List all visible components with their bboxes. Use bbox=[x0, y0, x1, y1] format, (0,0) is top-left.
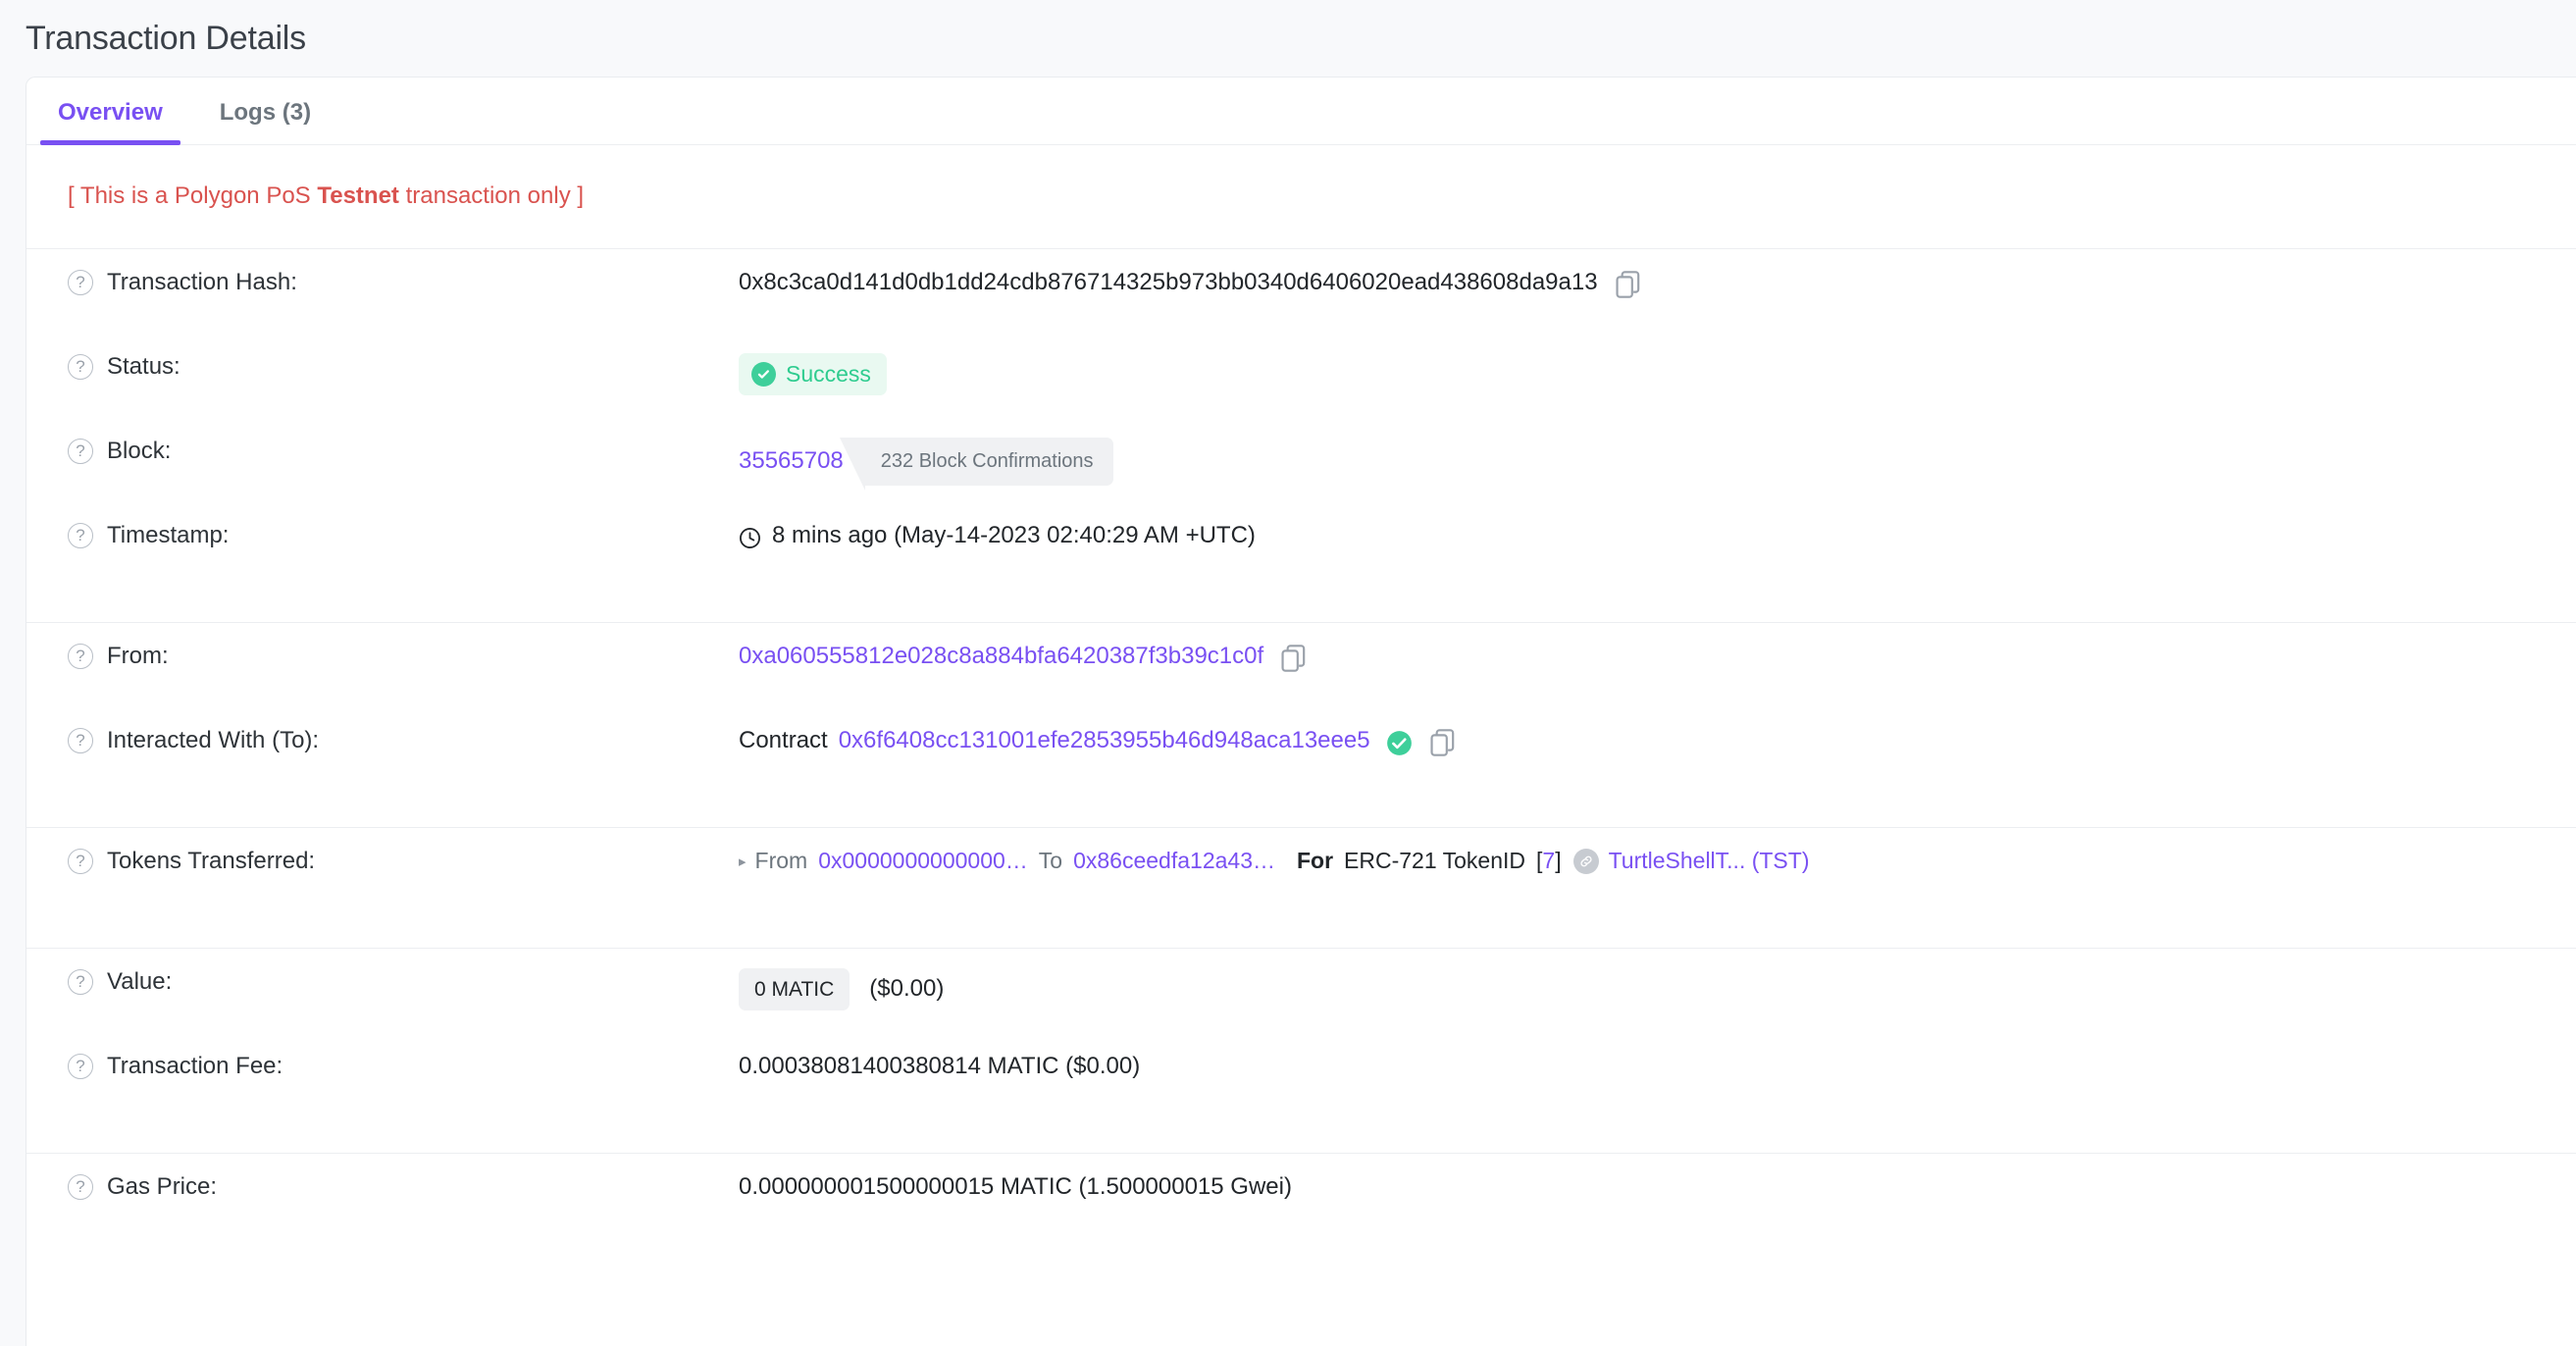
row-status: ? Status: Success bbox=[26, 351, 2576, 436]
token-standard: ERC-721 TokenID bbox=[1344, 847, 1525, 873]
row-label-from: ? From: bbox=[68, 641, 739, 670]
value-chip: 0 MATIC bbox=[739, 967, 850, 1010]
transaction-card: Overview Logs (3) [ This is a Polygon Po… bbox=[26, 77, 2576, 1346]
row-value-interacted-with: Contract 0x6f6408cc131001efe2853955b46d9… bbox=[739, 725, 2559, 756]
label-text: Status: bbox=[107, 352, 180, 380]
row-group-primary: ? Transaction Hash: 0x8c3ca0d141d0db1dd2… bbox=[26, 249, 2576, 623]
page-title: Transaction Details bbox=[26, 19, 306, 57]
testnet-banner-prefix: [ This is a Polygon PoS bbox=[68, 182, 318, 209]
row-group-value: ? Value: 0 MATIC ($0.00) ? Transaction F… bbox=[26, 949, 2576, 1154]
row-value-transaction-hash: 0x8c3ca0d141d0db1dd24cdb876714325b973bb0… bbox=[739, 267, 2559, 298]
row-value-block: 35565708 232 Block Confirmations bbox=[739, 436, 2559, 491]
row-label-transaction-hash: ? Transaction Hash: bbox=[68, 267, 739, 296]
help-icon[interactable]: ? bbox=[68, 269, 93, 295]
help-icon[interactable]: ? bbox=[68, 522, 93, 548]
help-icon[interactable]: ? bbox=[68, 438, 93, 464]
label-text: Transaction Hash: bbox=[107, 268, 297, 295]
token-id-link[interactable]: 7 bbox=[1542, 848, 1555, 874]
row-group-addresses: ? From: 0xa060555812e028c8a884bfa6420387… bbox=[26, 623, 2576, 828]
token-link-icon bbox=[1572, 849, 1599, 875]
row-value: ? Value: 0 MATIC ($0.00) bbox=[26, 966, 2576, 1051]
row-transaction-fee: ? Transaction Fee: 0.00038081400380814 M… bbox=[26, 1051, 2576, 1135]
help-icon[interactable]: ? bbox=[68, 643, 93, 669]
copy-icon[interactable] bbox=[1430, 728, 1456, 756]
transaction-fee-value: 0.00038081400380814 MATIC ($0.00) bbox=[739, 1052, 1141, 1079]
label-text: Gas Price: bbox=[107, 1172, 218, 1200]
token-for-word: For bbox=[1296, 847, 1334, 873]
detail-rows: ? Transaction Hash: 0x8c3ca0d141d0db1dd2… bbox=[26, 249, 2576, 1273]
row-value-transaction-fee: 0.00038081400380814 MATIC ($0.00) bbox=[739, 1051, 2559, 1080]
token-name-link[interactable]: TurtleShellT... (TST) bbox=[1609, 848, 1810, 874]
help-icon[interactable]: ? bbox=[68, 848, 93, 874]
tab-logs[interactable]: Logs (3) bbox=[214, 101, 317, 144]
row-transaction-hash: ? Transaction Hash: 0x8c3ca0d141d0db1dd2… bbox=[26, 267, 2576, 351]
copy-icon[interactable] bbox=[1616, 270, 1641, 298]
status-text: Success bbox=[786, 360, 871, 387]
testnet-banner-emphasis: Testnet bbox=[317, 182, 399, 209]
label-text: Tokens Transferred: bbox=[107, 847, 316, 874]
tab-overview[interactable]: Overview bbox=[40, 101, 180, 145]
label-text: Timestamp: bbox=[107, 521, 230, 548]
row-value-from: 0xa060555812e028c8a884bfa6420387f3b39c1c… bbox=[739, 641, 2559, 672]
block-number-link[interactable]: 35565708 bbox=[739, 447, 844, 475]
row-gas-price: ? Gas Price: 0.000000001500000015 MATIC … bbox=[26, 1171, 2576, 1256]
help-icon[interactable]: ? bbox=[68, 1053, 93, 1079]
help-icon[interactable]: ? bbox=[68, 727, 93, 753]
row-from: ? From: 0xa060555812e028c8a884bfa6420387… bbox=[26, 641, 2576, 725]
help-icon[interactable]: ? bbox=[68, 1173, 93, 1200]
help-icon[interactable]: ? bbox=[68, 968, 93, 995]
row-group-tokens: ? Tokens Transferred: ▸ From 0x000000000… bbox=[26, 828, 2576, 949]
copy-icon[interactable] bbox=[1281, 644, 1307, 672]
row-block: ? Block: 35565708 232 Block Confirmation… bbox=[26, 436, 2576, 520]
row-value-timestamp: 8 mins ago (May-14-2023 02:40:29 AM +UTC… bbox=[739, 520, 2559, 549]
token-from-word: From bbox=[754, 847, 808, 873]
row-group-gas: ? Gas Price: 0.000000001500000015 MATIC … bbox=[26, 1154, 2576, 1273]
gas-price-value: 0.000000001500000015 MATIC (1.500000015 … bbox=[739, 1172, 1292, 1200]
row-label-tokens-transferred: ? Tokens Transferred: bbox=[68, 846, 739, 875]
token-from-address-link[interactable]: 0x0000000000000… bbox=[818, 848, 1028, 874]
testnet-banner-suffix: transaction only ] bbox=[398, 182, 585, 209]
help-icon[interactable]: ? bbox=[68, 353, 93, 380]
token-id-bracket-close: ] bbox=[1555, 847, 1562, 873]
block-wrap: 35565708 232 Block Confirmations bbox=[739, 437, 1113, 491]
timestamp-value: 8 mins ago (May-14-2023 02:40:29 AM +UTC… bbox=[772, 521, 1256, 548]
row-value-tokens-transferred: ▸ From 0x0000000000000… To 0x86ceedfa12a… bbox=[739, 846, 2559, 875]
token-to-address-link[interactable]: 0x86ceedfa12a43… bbox=[1073, 848, 1275, 874]
token-transfer-line: ▸ From 0x0000000000000… To 0x86ceedfa12a… bbox=[739, 847, 1810, 875]
row-label-status: ? Status: bbox=[68, 351, 739, 381]
label-text: Block: bbox=[107, 437, 172, 464]
check-circle-icon bbox=[751, 361, 776, 387]
page-header: Transaction Details bbox=[0, 0, 2576, 77]
token-to-word: To bbox=[1038, 847, 1063, 873]
clock-icon bbox=[739, 527, 761, 549]
from-address-link[interactable]: 0xa060555812e028c8a884bfa6420387f3b39c1c… bbox=[739, 643, 1263, 670]
transaction-hash-value: 0x8c3ca0d141d0db1dd24cdb876714325b973bb0… bbox=[739, 268, 1598, 295]
block-confirmations-chip: 232 Block Confirmations bbox=[839, 437, 1113, 491]
testnet-banner: [ This is a Polygon PoS Testnet transact… bbox=[26, 145, 2576, 249]
row-label-transaction-fee: ? Transaction Fee: bbox=[68, 1051, 739, 1080]
tab-bar: Overview Logs (3) bbox=[26, 78, 2576, 145]
contract-prefix: Contract bbox=[739, 726, 828, 753]
verified-check-icon bbox=[1386, 730, 1413, 756]
row-label-value: ? Value: bbox=[68, 966, 739, 996]
row-value-value: 0 MATIC ($0.00) bbox=[739, 966, 2559, 1010]
row-label-block: ? Block: bbox=[68, 436, 739, 465]
label-text: Value: bbox=[107, 967, 173, 995]
label-text: From: bbox=[107, 642, 169, 669]
value-usd: ($0.00) bbox=[869, 975, 945, 1003]
row-label-interacted-with: ? Interacted With (To): bbox=[68, 725, 739, 754]
label-text: Transaction Fee: bbox=[107, 1052, 283, 1079]
row-timestamp: ? Timestamp: 8 mins ago (May-14-2023 02:… bbox=[26, 520, 2576, 604]
row-label-timestamp: ? Timestamp: bbox=[68, 520, 739, 549]
transaction-details-page: Transaction Details Overview Logs (3) [ … bbox=[0, 0, 2576, 1346]
row-value-gas-price: 0.000000001500000015 MATIC (1.500000015 … bbox=[739, 1171, 2559, 1201]
label-text: Interacted With (To): bbox=[107, 726, 320, 753]
row-interacted-with: ? Interacted With (To): Contract 0x6f640… bbox=[26, 725, 2576, 809]
row-tokens-transferred: ? Tokens Transferred: ▸ From 0x000000000… bbox=[26, 846, 2576, 930]
contract-address-link[interactable]: 0x6f6408cc131001efe2853955b46d948aca13ee… bbox=[839, 727, 1370, 754]
status-badge: Success bbox=[739, 352, 887, 395]
row-label-gas-price: ? Gas Price: bbox=[68, 1171, 739, 1201]
expand-caret-icon[interactable]: ▸ bbox=[739, 853, 747, 870]
row-value-status: Success bbox=[739, 351, 2559, 395]
